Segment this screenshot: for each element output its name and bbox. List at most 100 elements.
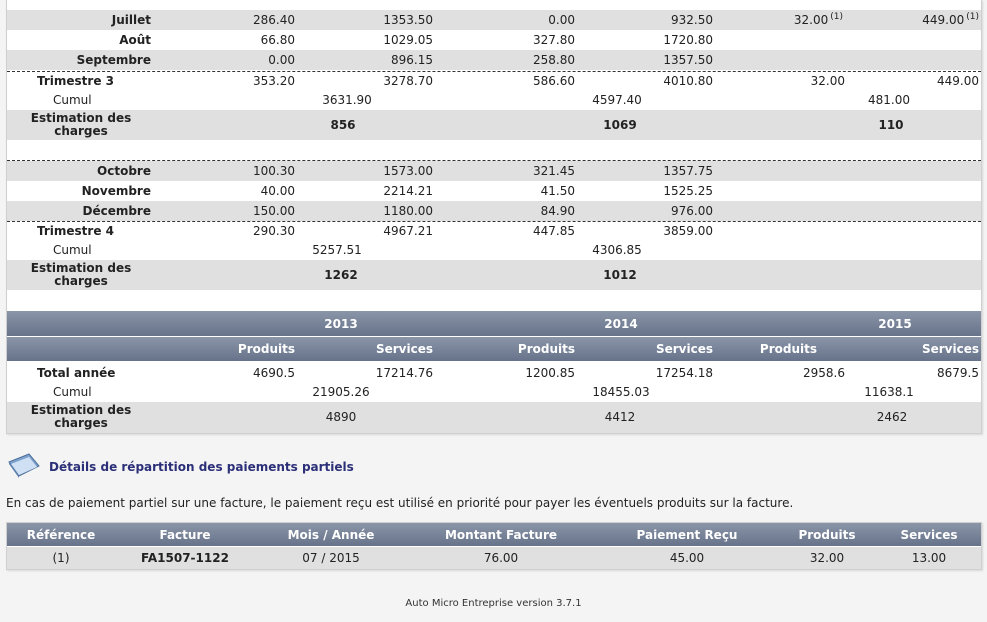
cell: 449.00 (1) bbox=[922, 12, 979, 28]
estimation-row: Estimation des charges 856 1069 110 bbox=[7, 110, 981, 140]
cell: 3631.90 bbox=[322, 93, 372, 107]
cell: 1357.50 bbox=[663, 53, 713, 67]
cumul-label: Cumul bbox=[53, 385, 92, 399]
cell: 856 bbox=[330, 118, 356, 132]
section-description: En cas de paiement partiel sur une factu… bbox=[6, 496, 794, 510]
cumul-label: Cumul bbox=[53, 93, 92, 107]
cell: 32.00 bbox=[810, 74, 845, 88]
cell: 76.00 bbox=[483, 551, 519, 565]
cell: 1357.75 bbox=[663, 164, 713, 178]
month-label: Novembre bbox=[81, 184, 151, 198]
cell: 586.60 bbox=[533, 74, 575, 88]
cell: 3859.00 bbox=[663, 224, 713, 238]
quarter-label: Trimestre 4 bbox=[37, 224, 115, 238]
annual-estimation-row: Estimation des charges 4890 4412 2462 bbox=[7, 402, 981, 433]
cell: 32.00 (1) bbox=[793, 12, 843, 28]
cell: 41.50 bbox=[540, 184, 575, 198]
invoice-cell: FA1507-1122 bbox=[141, 551, 229, 565]
estimation-label: Estimation des charges bbox=[30, 261, 132, 288]
partial-payments-table: Référence Facture Mois / Année Montant F… bbox=[6, 522, 982, 570]
cell: 2462 bbox=[876, 410, 908, 424]
cell: 18455.03 bbox=[592, 385, 650, 399]
cell: 4967.21 bbox=[383, 224, 433, 238]
column-header: Services bbox=[921, 342, 979, 356]
cell: 1069 bbox=[603, 118, 637, 132]
cell: 447.85 bbox=[533, 224, 575, 238]
quarter-total-row: Trimestre 3 353.20 3278.70 586.60 4010.8… bbox=[7, 71, 981, 91]
cell: 327.80 bbox=[533, 33, 575, 47]
cell: 4890 bbox=[325, 410, 357, 424]
cell: 932.50 bbox=[671, 13, 713, 27]
cell: 258.80 bbox=[533, 53, 575, 67]
section-title: Détails de répartition des paiements par… bbox=[49, 460, 354, 474]
year-label: 2015 bbox=[878, 317, 912, 331]
years-header: 2013 2014 2015 bbox=[7, 311, 981, 336]
cell: 2958.6 bbox=[803, 366, 845, 380]
annual-cumul-row: Cumul 21905.26 18455.03 11638.1 bbox=[7, 382, 981, 402]
column-header: Services bbox=[900, 528, 958, 542]
cell: 13.00 bbox=[911, 551, 947, 565]
month-row: Septembre 0.00 896.15 258.80 1357.50 bbox=[7, 50, 981, 70]
cell: 0.00 bbox=[268, 53, 295, 67]
cell: 8679.5 bbox=[937, 366, 979, 380]
cell: 976.00 bbox=[671, 204, 713, 218]
columns-header: Produits Services Produits Services Prod… bbox=[7, 337, 981, 361]
cell: 1180.00 bbox=[383, 204, 433, 218]
cell: 1029.05 bbox=[383, 33, 433, 47]
cell: 1200.85 bbox=[525, 366, 575, 380]
cell: 2214.21 bbox=[383, 184, 433, 198]
year-label: 2013 bbox=[324, 317, 358, 331]
cell: 110 bbox=[878, 118, 904, 132]
cell: 1262 bbox=[324, 268, 358, 282]
quarter-total-row: Trimestre 4 290.30 4967.21 447.85 3859.0… bbox=[7, 221, 981, 241]
cell: 45.00 bbox=[669, 551, 705, 565]
column-header: Référence bbox=[26, 528, 96, 542]
estimation-label: Estimation des charges bbox=[30, 403, 132, 430]
month-label: Septembre bbox=[76, 53, 151, 67]
footer-version: Auto Micro Entreprise version 3.7.1 bbox=[405, 598, 582, 609]
cell: 21905.26 bbox=[312, 385, 370, 399]
cell: 449.00 bbox=[937, 74, 979, 88]
cumul-row: Cumul 5257.51 4306.85 bbox=[7, 240, 981, 260]
column-header: Services bbox=[375, 342, 433, 356]
cell: 3278.70 bbox=[383, 74, 433, 88]
column-header: Facture bbox=[159, 528, 211, 542]
month-row: Décembre 150.00 1180.00 84.90 976.00 bbox=[7, 201, 981, 221]
cell: 4690.5 bbox=[253, 366, 295, 380]
column-header: Mois / Année bbox=[287, 528, 375, 542]
cell: 4010.80 bbox=[663, 74, 713, 88]
year-label: 2014 bbox=[604, 317, 638, 331]
column-header: Montant Facture bbox=[444, 528, 558, 542]
cell: 321.45 bbox=[533, 164, 575, 178]
cell: 17214.76 bbox=[375, 366, 433, 380]
cell: (1) bbox=[52, 551, 70, 565]
column-header: Produits bbox=[759, 342, 817, 356]
cell: 481.00 bbox=[868, 93, 910, 107]
cell: 353.20 bbox=[253, 74, 295, 88]
cell: 40.00 bbox=[260, 184, 295, 198]
cell: 286.40 bbox=[253, 13, 295, 27]
cell: 1573.00 bbox=[383, 164, 433, 178]
cell: 84.90 bbox=[540, 204, 575, 218]
estimation-row: Estimation des charges 1262 1012 bbox=[7, 260, 981, 290]
column-header: Produits bbox=[517, 342, 575, 356]
statistics-panel: Juillet 286.40 1353.50 0.00 932.50 32.00… bbox=[6, 0, 982, 434]
cell: 4412 bbox=[604, 410, 636, 424]
column-header: Paiement Reçu bbox=[636, 528, 738, 542]
cell: 100.30 bbox=[253, 164, 295, 178]
column-header: Services bbox=[655, 342, 713, 356]
month-label: Décembre bbox=[82, 204, 151, 218]
cell: 290.30 bbox=[253, 224, 295, 238]
cell: 4306.85 bbox=[592, 243, 642, 257]
cell: 66.80 bbox=[260, 33, 295, 47]
month-label: Juillet bbox=[111, 13, 151, 27]
cell: 896.15 bbox=[391, 53, 433, 67]
cell: 17254.18 bbox=[655, 366, 713, 380]
column-header: Produits bbox=[237, 342, 295, 356]
table-header: Référence Facture Mois / Année Montant F… bbox=[7, 523, 981, 546]
quarter-label: Trimestre 3 bbox=[37, 74, 115, 88]
cell: 1353.50 bbox=[383, 13, 433, 27]
cell: 150.00 bbox=[253, 204, 295, 218]
month-row: Juillet 286.40 1353.50 0.00 932.50 32.00… bbox=[7, 10, 981, 30]
annual-label: Total année bbox=[37, 366, 116, 380]
